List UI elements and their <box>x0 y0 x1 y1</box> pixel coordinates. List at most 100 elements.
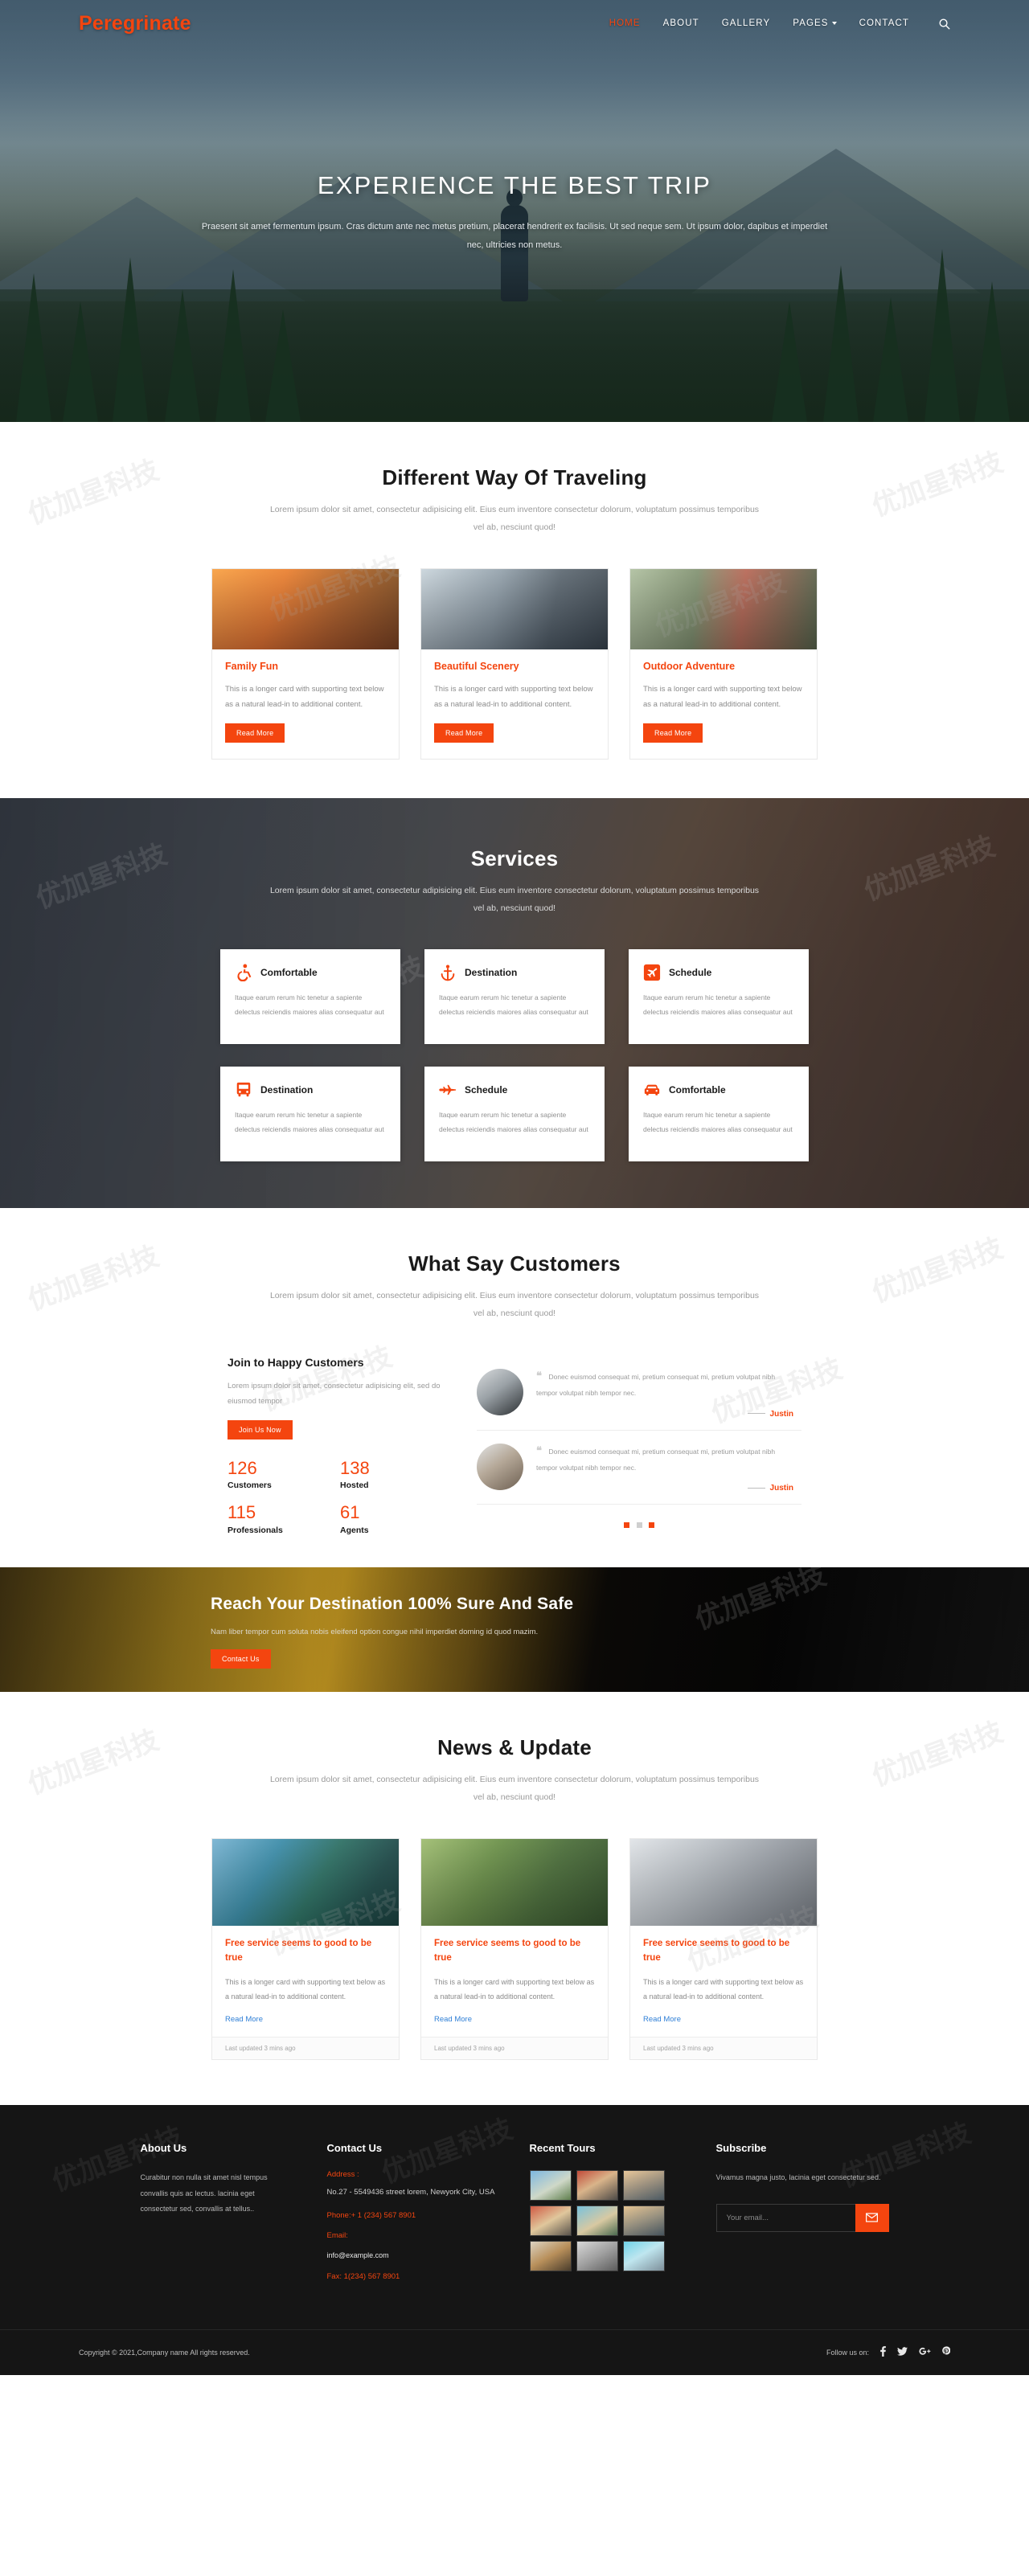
email-subscribe-input[interactable] <box>715 2203 855 2232</box>
tour-thumbnail[interactable] <box>576 2205 618 2237</box>
news-image-snow <box>630 1838 817 1926</box>
copyright-text: Copyright © 2021,Company name All rights… <box>79 2349 250 2357</box>
slider-dot-3[interactable] <box>648 1521 654 1528</box>
traveling-section: 优加星科技 优加星科技 优加星科技 优加星科技 Different Way Of… <box>0 422 1029 798</box>
card-image-family-fun <box>212 569 399 650</box>
news-subtitle: Lorem ipsum dolor sit amet, consectetur … <box>269 1774 760 1802</box>
news-section: 优加星科技 优加星科技 优加星科技 优加星科技 News & Update Lo… <box>0 1692 1029 2106</box>
service-text: Itaque earum rerum hic tenetur a sapient… <box>643 1111 793 1134</box>
nav-item-pages[interactable]: PAGES <box>793 18 837 28</box>
tour-thumbnail[interactable] <box>529 2170 572 2201</box>
join-us-now-button[interactable]: Join Us Now <box>228 1420 293 1440</box>
news-card-text: This is a longer card with supporting te… <box>434 1978 595 2001</box>
tour-thumbnail[interactable] <box>622 2241 665 2272</box>
chevron-down-icon <box>831 21 837 25</box>
stat-number: 138 <box>340 1458 370 1479</box>
join-text: Lorem ipsum dolor sit amet, consectetur … <box>228 1382 441 1407</box>
news-card[interactable]: Free service seems to good to be true Th… <box>211 1837 400 2061</box>
service-text: Itaque earum rerum hic tenetur a sapient… <box>439 993 588 1017</box>
pinterest-icon[interactable] <box>942 2346 951 2359</box>
news-card-title: Free service seems to good to be true <box>643 1938 790 1963</box>
traveling-card[interactable]: Family Fun This is a longer card with su… <box>211 568 400 760</box>
nav-item-about[interactable]: ABOUT <box>663 18 699 28</box>
stat-label: Customers <box>228 1480 272 1491</box>
footer-fax: Fax: 1(234) 567 8901 <box>326 2272 400 2282</box>
card-text: This is a longer card with supporting te… <box>225 685 384 710</box>
tour-thumbnail[interactable] <box>576 2241 618 2272</box>
facebook-icon[interactable] <box>880 2346 886 2359</box>
read-more-button[interactable]: Read More <box>225 723 285 743</box>
footer-subscribe-text: Vivamus magna justo, lacinia eget consec… <box>715 2173 881 2182</box>
tour-thumbnail[interactable] <box>622 2205 665 2237</box>
twitter-icon[interactable] <box>897 2347 908 2358</box>
news-card[interactable]: Free service seems to good to be true Th… <box>629 1837 818 2061</box>
wheelchair-icon <box>237 964 252 982</box>
footer-about: About Us Curabitur non nulla sit amet ni… <box>141 2142 293 2292</box>
nav-item-home[interactable]: HOME <box>609 18 641 28</box>
join-title: Join to Happy Customers <box>228 1356 364 1370</box>
nav-item-contact[interactable]: CONTACT <box>859 18 909 28</box>
service-card-comfortable-car[interactable]: Comfortable Itaque earum rerum hic tenet… <box>629 1067 809 1162</box>
service-card-schedule-plane-square[interactable]: Schedule Itaque earum rerum hic tenetur … <box>629 949 809 1045</box>
testimonial-author: Justin <box>536 1484 793 1493</box>
read-more-button[interactable]: Read More <box>643 723 703 743</box>
tour-thumbnail[interactable] <box>576 2170 618 2201</box>
site-logo[interactable]: Peregrinate <box>79 12 191 35</box>
copyright-bar: Copyright © 2021,Company name All rights… <box>0 2329 1029 2375</box>
google-plus-icon[interactable] <box>919 2347 931 2358</box>
quote-icon: ❝ <box>536 1370 542 1382</box>
stat-label: Agents <box>340 1525 369 1535</box>
subscribe-submit-button[interactable] <box>855 2203 889 2232</box>
contact-us-button[interactable]: Contact Us <box>211 1648 271 1669</box>
slider-dot-1[interactable] <box>624 1521 630 1528</box>
footer-about-text: Curabitur non nulla sit amet nisl tempus… <box>140 2173 268 2214</box>
news-read-more-link[interactable]: Read More <box>434 2015 472 2024</box>
service-title: Destination <box>465 967 518 979</box>
news-card-text: This is a longer card with supporting te… <box>225 1978 386 2001</box>
anchor-icon <box>441 964 455 981</box>
testimonial-item: ❝ Donec euismod consequat mi, pretium co… <box>477 1431 801 1505</box>
footer-phone[interactable]: Phone:+ 1 (234) 567 8901 <box>327 2211 496 2220</box>
stat-label: Professionals <box>228 1525 283 1535</box>
service-card-schedule-fighter-jet[interactable]: Schedule Itaque earum rerum hic tenetur … <box>424 1067 605 1162</box>
site-footer: 优加星科技 优加星科技 优加星科技 About Us Curabitur non… <box>0 2105 1029 2376</box>
news-read-more-link[interactable]: Read More <box>225 2015 263 2024</box>
news-read-more-link[interactable]: Read More <box>643 2015 681 2024</box>
news-card-timestamp: Last updated 3 mins ago <box>421 2037 608 2060</box>
main-navigation: Peregrinate HOME ABOUT GALLERY PAGES CON… <box>0 0 1029 47</box>
service-title: Comfortable <box>260 967 318 979</box>
footer-contact-title: Contact Us <box>326 2142 383 2155</box>
tour-thumbnail[interactable] <box>622 2170 665 2201</box>
news-card[interactable]: Free service seems to good to be true Th… <box>420 1837 609 2061</box>
stat-hosted: 138 Hosted <box>340 1458 446 1491</box>
footer-about-title: About Us <box>140 2142 187 2155</box>
service-text: Itaque earum rerum hic tenetur a sapient… <box>643 993 793 1017</box>
slider-dot-2[interactable] <box>636 1521 642 1528</box>
nav-item-gallery[interactable]: GALLERY <box>722 18 771 28</box>
search-icon <box>939 18 950 29</box>
testimonial-slider: ❝ Donec euismod consequat mi, pretium co… <box>477 1356 801 1534</box>
tour-thumbnail[interactable] <box>529 2241 572 2272</box>
hero-copy: EXPERIENCE THE BEST TRIP Praesent sit am… <box>0 171 1029 254</box>
testimonial-text: Donec euismod consequat mi, pretium cons… <box>536 1447 776 1472</box>
avatar <box>477 1369 523 1416</box>
footer-tours-title: Recent Tours <box>529 2142 596 2155</box>
service-card-comfortable-wheelchair[interactable]: Comfortable Itaque earum rerum hic tenet… <box>220 949 400 1045</box>
card-text: This is a longer card with supporting te… <box>434 685 593 710</box>
read-more-button[interactable]: Read More <box>434 723 494 743</box>
tour-thumbnail[interactable] <box>529 2205 572 2237</box>
services-title: Services <box>470 846 559 871</box>
social-links: Follow us on: <box>826 2346 951 2359</box>
traveling-card[interactable]: Outdoor Adventure This is a longer card … <box>629 568 818 760</box>
service-card-destination-bus[interactable]: Destination Itaque earum rerum hic tenet… <box>220 1067 400 1162</box>
traveling-card[interactable]: Beautiful Scenery This is a longer card … <box>420 568 609 760</box>
page: Peregrinate HOME ABOUT GALLERY PAGES CON… <box>0 0 1029 2376</box>
search-button[interactable] <box>938 18 950 30</box>
service-card-destination-anchor[interactable]: Destination Itaque earum rerum hic tenet… <box>424 949 605 1045</box>
avatar <box>477 1443 523 1490</box>
nav-item-pages-label: PAGES <box>793 18 829 28</box>
testimonial-item: ❝ Donec euismod consequat mi, pretium co… <box>477 1356 801 1431</box>
news-cards: Free service seems to good to be true Th… <box>0 1837 1029 2061</box>
footer-email-value[interactable]: info@example.com <box>327 2251 496 2259</box>
footer-email-label: Email: <box>326 2231 348 2241</box>
